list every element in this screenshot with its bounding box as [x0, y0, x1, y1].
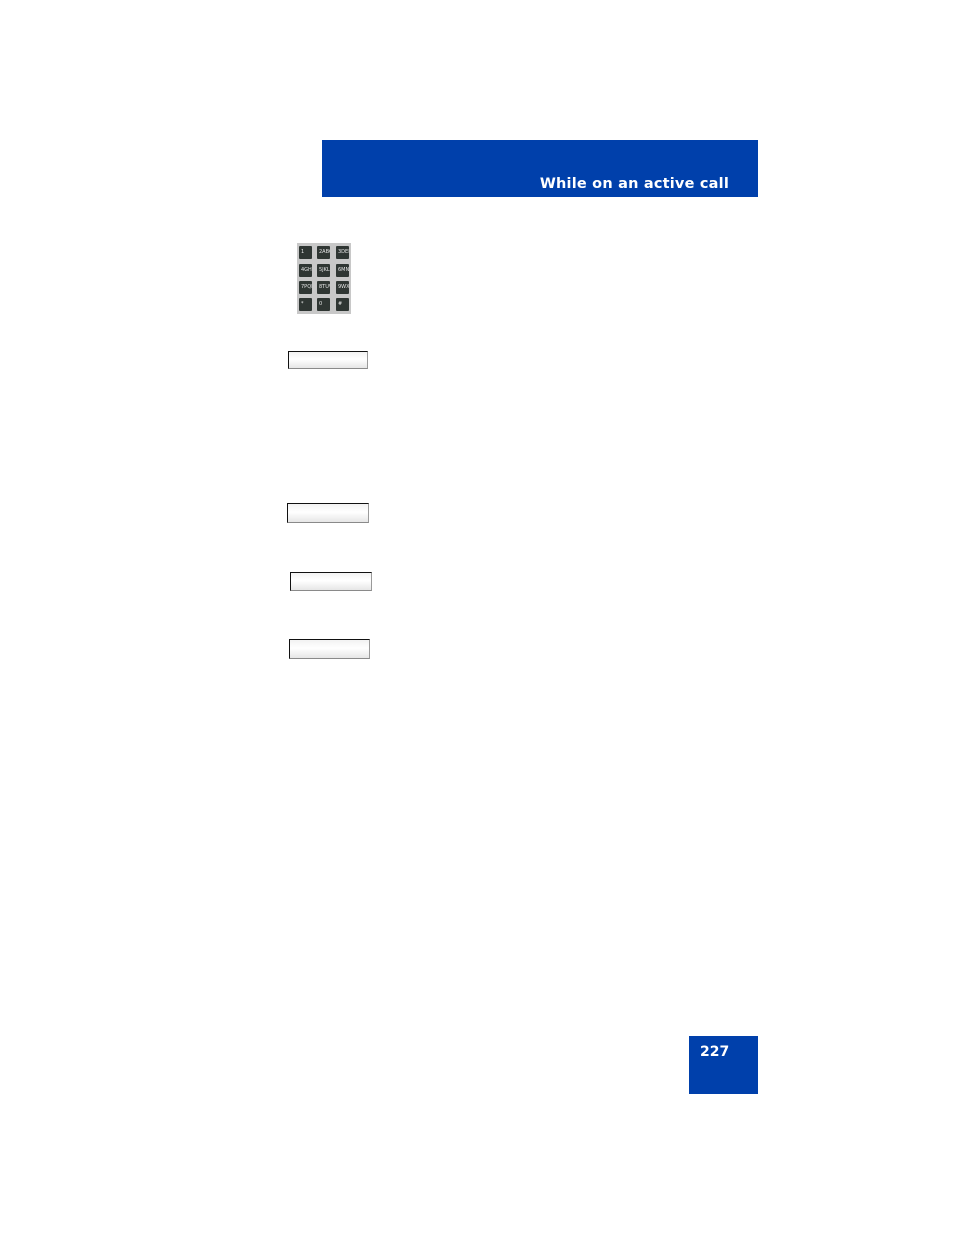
- key-4: 4GHI: [299, 264, 312, 277]
- page-number-box: 227: [689, 1036, 758, 1094]
- key-pound: #: [336, 298, 349, 311]
- softkey-2: [287, 503, 369, 523]
- key-0: 0: [317, 298, 330, 311]
- key-5: 5JKL: [317, 264, 330, 277]
- page-number: 227: [700, 1044, 730, 1060]
- chapter-title: While on an active call: [539, 176, 729, 192]
- softkey-4: [289, 639, 370, 659]
- key-star: *: [299, 298, 312, 311]
- softkey-1: [288, 351, 368, 369]
- key-1: 1: [299, 246, 312, 259]
- key-9: 9WXYZ: [336, 281, 349, 294]
- dialpad-icon: 1 2ABC 3DEF 4GHI 5JKL 6MNO 7PQRS 8TUV 9W…: [297, 243, 351, 314]
- key-3: 3DEF: [336, 246, 349, 259]
- chapter-header: While on an active call: [322, 140, 758, 197]
- key-6: 6MNO: [336, 264, 349, 277]
- softkey-3: [290, 572, 372, 591]
- key-7: 7PQRS: [299, 281, 312, 294]
- key-2: 2ABC: [317, 246, 330, 259]
- key-8: 8TUV: [317, 281, 330, 294]
